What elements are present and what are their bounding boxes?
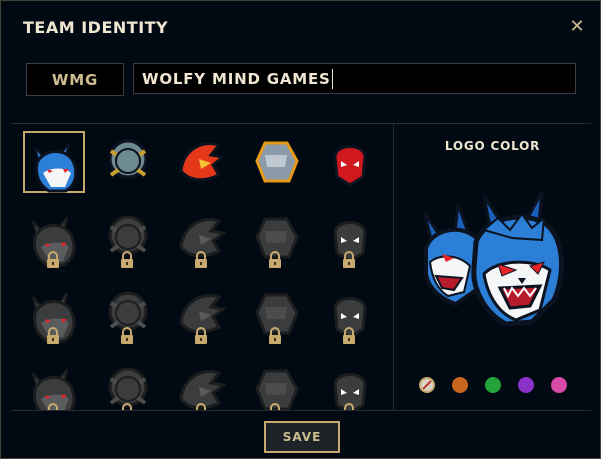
lock-icon	[193, 251, 209, 269]
walrus-logo-icon[interactable]	[97, 131, 159, 193]
demon-logo-icon[interactable]	[319, 131, 381, 193]
knight-logo-icon[interactable]	[97, 359, 159, 411]
logo-color-panel: LOGO COLOR	[394, 123, 591, 411]
raptor-logo-icon[interactable]	[171, 359, 233, 411]
golem-logo-icon[interactable]	[245, 131, 307, 193]
team-tag-input[interactable]: WMG	[26, 63, 124, 96]
save-button[interactable]: SAVE	[264, 421, 340, 453]
lock-icon	[119, 251, 135, 269]
lock-icon	[341, 327, 357, 345]
wolf-logo-icon[interactable]	[23, 131, 85, 193]
text-caret	[331, 68, 333, 89]
color-swatch-orange[interactable]	[452, 377, 468, 393]
lock-icon	[341, 251, 357, 269]
planet-logo-icon[interactable]	[97, 283, 159, 345]
lock-icon	[45, 251, 61, 269]
phoenix-logo-icon[interactable]	[171, 131, 233, 193]
team-identity-dialog: TEAM IDENTITY ✕ WMG WOLFY MIND GAMES LOG…	[0, 0, 601, 459]
rock-logo-icon[interactable]	[23, 359, 85, 411]
color-swatch-default[interactable]	[419, 377, 435, 393]
serpent-logo-icon[interactable]	[23, 283, 85, 345]
logo-preview-wolf-icon	[414, 182, 574, 346]
team-name-value: WOLFY MIND GAMES	[142, 69, 331, 88]
dino-logo-icon[interactable]	[97, 207, 159, 269]
lock-icon	[193, 327, 209, 345]
dragon-logo-icon[interactable]	[319, 359, 381, 411]
dialog-title: TEAM IDENTITY	[23, 18, 169, 37]
color-swatch-pink[interactable]	[551, 377, 567, 393]
crest-logo-icon[interactable]	[171, 283, 233, 345]
lock-icon	[267, 327, 283, 345]
spider-logo-icon[interactable]	[245, 207, 307, 269]
beast-logo-icon[interactable]	[245, 283, 307, 345]
lock-icon	[119, 327, 135, 345]
lock-icon	[45, 327, 61, 345]
close-icon[interactable]: ✕	[568, 18, 586, 36]
logo-grid	[11, 123, 394, 411]
ogre-logo-icon[interactable]	[245, 359, 307, 411]
lock-icon	[267, 251, 283, 269]
team-name-input[interactable]: WOLFY MIND GAMES	[133, 63, 576, 94]
logo-color-title: LOGO COLOR	[444, 139, 541, 153]
panther-logo-icon[interactable]	[319, 207, 381, 269]
color-swatch-green[interactable]	[485, 377, 501, 393]
color-swatch-purple[interactable]	[518, 377, 534, 393]
footer-divider	[11, 410, 591, 411]
skull-logo-icon[interactable]	[319, 283, 381, 345]
bomb-logo-icon[interactable]	[171, 207, 233, 269]
bear-logo-icon[interactable]	[23, 207, 85, 269]
